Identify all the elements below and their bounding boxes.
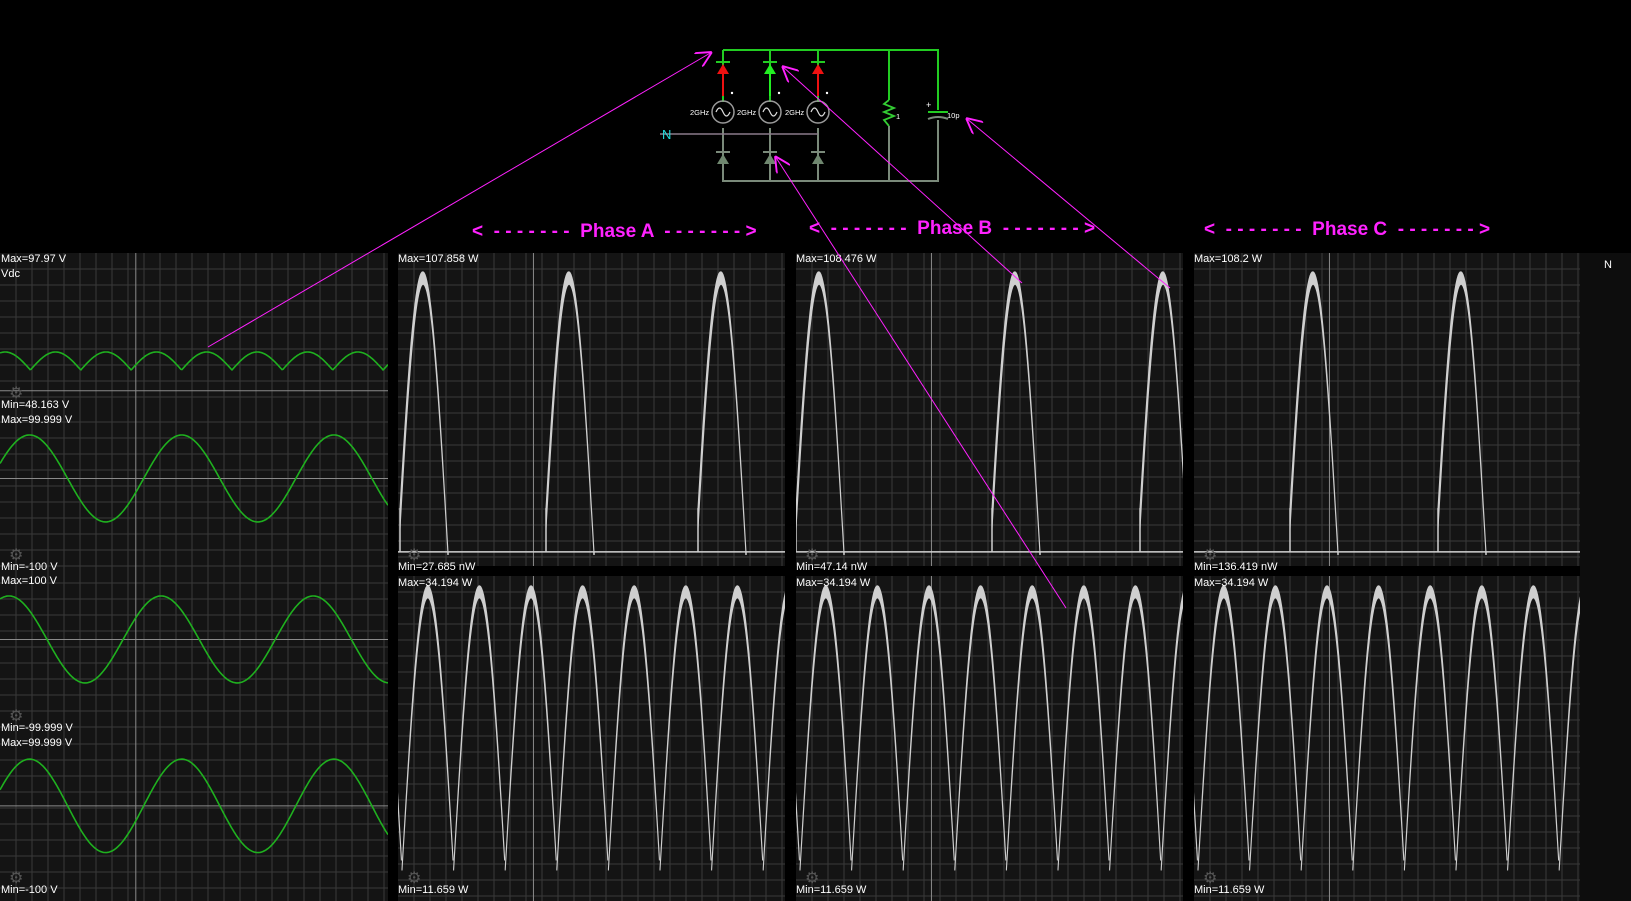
phase-b-bottom-trace-hump (1005, 585, 1058, 871)
phase-a-bottom-trace-hump (504, 585, 557, 871)
phase-a-header: < - - - - - - - Phase A - - - - - - - > (472, 221, 757, 242)
scope-voltage-3[interactable] (0, 728, 388, 901)
phase-c-bottom-trace-hump (1300, 585, 1353, 871)
phase-b-bottom-trace-hump (799, 585, 852, 871)
gear-icon[interactable]: ⚙ (9, 709, 25, 725)
vdc-name-label: Vdc (1, 268, 20, 280)
phase-b-bottom-trace-hump (954, 585, 1007, 871)
vdc-max-label: Max=97.97 V (1, 253, 67, 265)
circuit-schematic: + 2GHz 2GHz 2GHz 1 10pF N (660, 49, 960, 182)
phase-c-bottom-trace-hump (1194, 791, 1198, 861)
resistor-icon (881, 99, 897, 127)
svg-text:+: + (926, 100, 931, 110)
pa-top-max-label: Max=107.858 W (398, 253, 479, 265)
scope-voltage-2[interactable] (0, 567, 388, 728)
phase-c-bottom-trace-hump (1249, 585, 1302, 871)
neutral-label: N (662, 127, 671, 142)
gear-icon[interactable]: ⚙ (1203, 548, 1219, 564)
scope-power-phase-c-bottom[interactable] (1194, 576, 1581, 901)
source-b-label: 2GHz (737, 108, 756, 117)
phase-b-bottom-trace-hump (851, 585, 904, 871)
resistor-label: 1 (896, 112, 900, 121)
gear-icon[interactable]: ⚙ (1203, 871, 1219, 887)
scope-power-phase-c-top[interactable] (1194, 253, 1581, 566)
scope-voltage-1[interactable] (0, 406, 388, 567)
side-n-label: N (1604, 259, 1612, 271)
capacitor-label: 10pF (947, 111, 960, 120)
diode-top-a-icon (716, 61, 730, 96)
phase-a-bottom-trace-hump (401, 585, 454, 871)
source-c-label: 2GHz (785, 108, 804, 117)
phase-c-bottom-trace-hump (1352, 585, 1405, 871)
gear-icon[interactable]: ⚙ (9, 548, 25, 564)
v1-max-label: Max=99.999 V (1, 414, 73, 426)
scope-vdc[interactable] (0, 253, 388, 406)
right-panel (1580, 253, 1631, 901)
diode-top-b-icon (763, 61, 777, 96)
gear-icon[interactable]: ⚙ (407, 548, 423, 564)
phase-c-header: < - - - - - - - Phase C - - - - - - - > (1204, 219, 1491, 240)
phase-c-bottom-trace-hump (1403, 585, 1456, 871)
source-a-label: 2GHz (690, 108, 709, 117)
phase-b-bottom-trace-hump (902, 585, 955, 871)
phase-a-bottom-trace-hump (607, 585, 660, 871)
gear-icon[interactable]: ⚙ (9, 871, 25, 887)
phase-a-bottom-trace-hump (556, 585, 609, 871)
phase-b-bottom-trace-hump (1109, 585, 1162, 871)
phase-b-header: < - - - - - - - Phase B - - - - - - - > (809, 218, 1096, 239)
gear-icon[interactable]: ⚙ (9, 386, 25, 402)
pb-top-max-label: Max=108.476 W (796, 253, 877, 265)
pc-top-max-label: Max=108.2 W (1194, 253, 1263, 265)
gear-icon[interactable]: ⚙ (407, 871, 423, 887)
phase-b-bottom-trace-hump (796, 791, 800, 861)
gear-icon[interactable]: ⚙ (805, 548, 821, 564)
scope-power-phase-a-bottom[interactable] (398, 576, 785, 901)
v2-max-label: Max=100 V (1, 575, 57, 587)
pa-bot-max-label: Max=34.194 W (398, 577, 473, 589)
phase-a-bottom-trace-hump (711, 585, 764, 871)
pb-bot-max-label: Max=34.194 W (796, 577, 871, 589)
phase-c-bottom-trace-hump (1197, 585, 1250, 871)
phase-a-bottom-trace-hump (453, 585, 506, 871)
vdc-trace (0, 351, 388, 372)
pc-bot-max-label: Max=34.194 W (1194, 577, 1269, 589)
diode-top-c-icon (811, 61, 825, 96)
scope-power-phase-b-top[interactable] (796, 253, 1183, 566)
scope-power-phase-a-top[interactable] (398, 253, 785, 566)
phase-c-bottom-trace-hump (1507, 585, 1560, 871)
phase-a-bottom-trace-hump (398, 791, 402, 861)
v3-max-label: Max=99.999 V (1, 737, 73, 749)
gear-icon[interactable]: ⚙ (805, 871, 821, 887)
scope-power-phase-b-bottom[interactable] (796, 576, 1183, 901)
